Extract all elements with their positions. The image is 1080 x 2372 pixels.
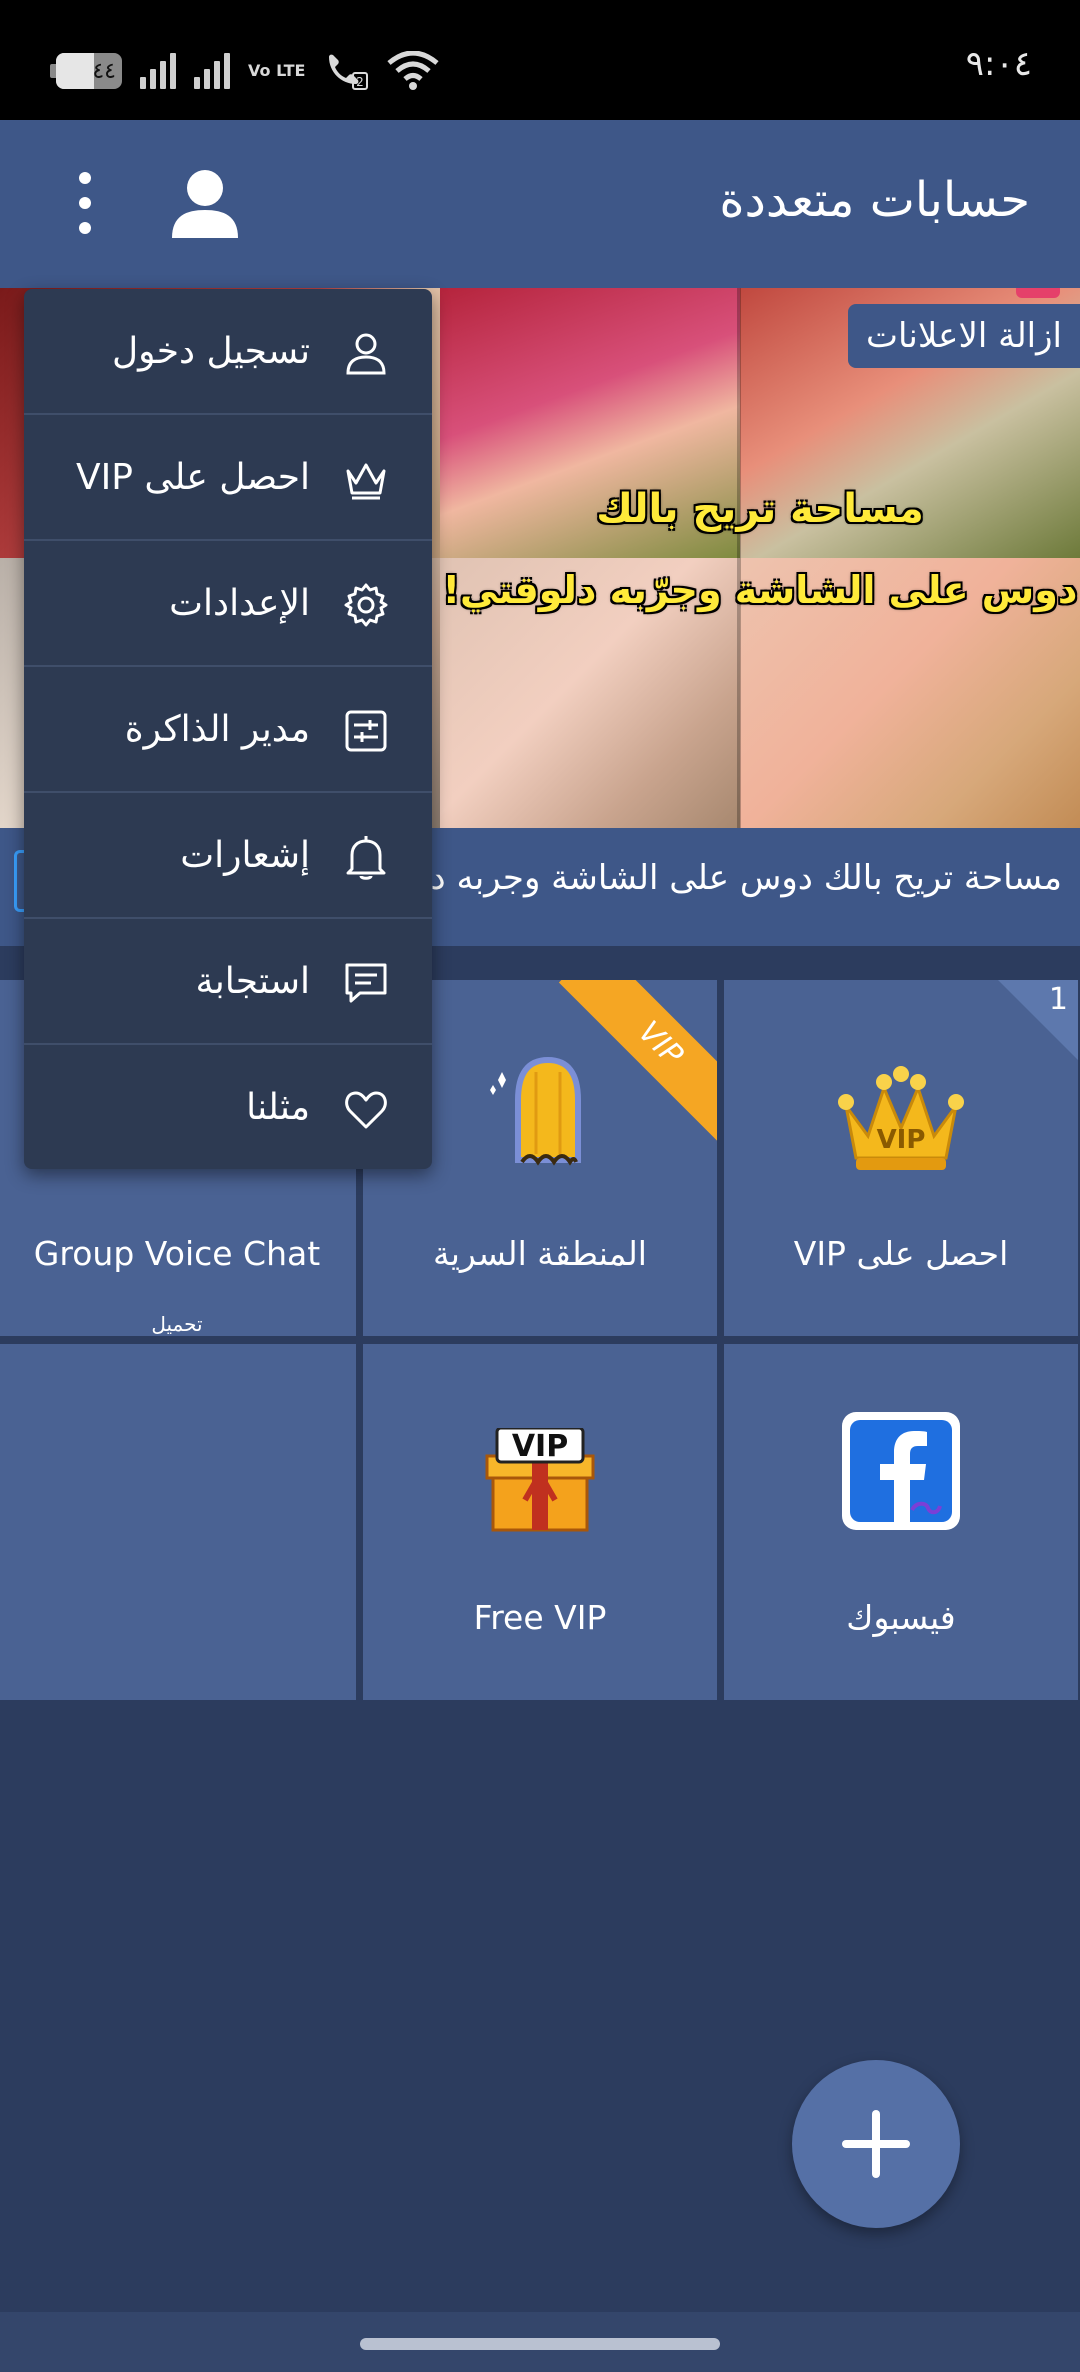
- menu-item-memory-manager[interactable]: مدير الذاكرة: [24, 667, 432, 793]
- menu-item-settings[interactable]: الإعدادات: [24, 541, 432, 667]
- clock: ٩:٠٤: [965, 44, 1032, 84]
- volte-icon: Vo LTE: [248, 61, 306, 80]
- menu-item-label: مدير الذاكرة: [124, 709, 310, 750]
- menu-item-label: استجابة: [195, 961, 310, 1002]
- remove-ads-button[interactable]: ازالة الاعلانات: [848, 304, 1080, 368]
- menu-item-label: إشعارات: [180, 835, 310, 876]
- feedback-icon: [345, 963, 387, 1003]
- status-icons: ٤٤ Vo LTE 2: [50, 46, 440, 96]
- ad-headline-1: مساحة تريح بالك: [596, 486, 924, 532]
- menu-item-label: تسجيل دخول: [112, 331, 310, 372]
- overflow-menu: تسجيل دخول احصل على VIP الإعدادات مدير ا…: [24, 289, 432, 1169]
- ad-caption: مساحة تريح بالك دوس على الشاشة وجربه دلو…: [334, 858, 1062, 898]
- tile-label: Group Voice Chat: [33, 1234, 321, 1273]
- download-label: تحميل: [151, 1312, 203, 1336]
- bell-icon: [346, 836, 386, 880]
- menu-item-get-vip[interactable]: احصل على VIP: [24, 415, 432, 541]
- menu-item-label: مثلنا: [246, 1087, 310, 1128]
- signal-icon: [140, 53, 176, 89]
- crown-icon: [346, 463, 386, 500]
- memory-manager-icon: [345, 710, 387, 752]
- ad-headline-2: دوس على الشاشة وجرّبه دلوقتي!: [442, 568, 1078, 612]
- get-vip-tile[interactable]: 1 VIP احصل على VIP: [724, 980, 1078, 1336]
- gear-icon: [344, 583, 388, 627]
- heart-icon: [345, 1091, 387, 1129]
- add-app-button[interactable]: [792, 2060, 960, 2228]
- battery-level: ٤٤: [92, 58, 116, 84]
- status-bar: ٤٤ Vo LTE 2 ٩:٠٤: [0, 0, 1080, 120]
- svg-text:VIP: VIP: [512, 1429, 568, 1464]
- plus-icon: [842, 2110, 910, 2178]
- vip-crown-icon: VIP: [838, 1066, 964, 1170]
- menu-item-notifications[interactable]: إشعارات: [24, 793, 432, 919]
- sim-label: 2: [357, 75, 365, 89]
- remove-ads-indicator: [1016, 288, 1060, 298]
- app-title: حسابات متعددة: [719, 172, 1030, 228]
- menu-item-like-us[interactable]: مثلنا: [24, 1045, 432, 1169]
- user-icon[interactable]: [168, 166, 242, 240]
- menu-item-label: الإعدادات: [169, 583, 310, 624]
- menu-item-login[interactable]: تسجيل دخول: [24, 289, 432, 415]
- more-vert-icon[interactable]: [60, 168, 110, 238]
- wifi-calling-icon: 2: [329, 54, 369, 90]
- menu-item-label: احصل على VIP: [76, 457, 310, 498]
- signal-icon-2: [194, 53, 230, 89]
- gesture-handle[interactable]: [360, 2338, 720, 2350]
- tile-label: فيسبوك: [846, 1598, 956, 1637]
- tile-label: احصل على VIP: [793, 1234, 1009, 1273]
- battery-icon: ٤٤: [50, 53, 122, 89]
- facebook-clone-icon: [842, 1412, 960, 1530]
- wifi-icon: [387, 51, 440, 90]
- empty-tile[interactable]: [0, 1344, 356, 1700]
- photo-divider: [737, 288, 741, 828]
- secret-door-icon: [490, 1056, 581, 1166]
- free-vip-tile[interactable]: VIP Free VIP: [363, 1344, 717, 1700]
- facebook-tile[interactable]: فيسبوك: [724, 1344, 1078, 1700]
- app-bar: حسابات متعددة: [0, 120, 1080, 288]
- badge-count: 1: [1048, 982, 1068, 1017]
- user-icon: [346, 333, 386, 375]
- tile-label: Free VIP: [473, 1598, 607, 1637]
- tile-label: المنطقة السرية: [433, 1234, 647, 1273]
- menu-item-feedback[interactable]: استجابة: [24, 919, 432, 1045]
- vip-gift-icon: VIP: [485, 1428, 595, 1532]
- svg-text:VIP: VIP: [877, 1125, 926, 1155]
